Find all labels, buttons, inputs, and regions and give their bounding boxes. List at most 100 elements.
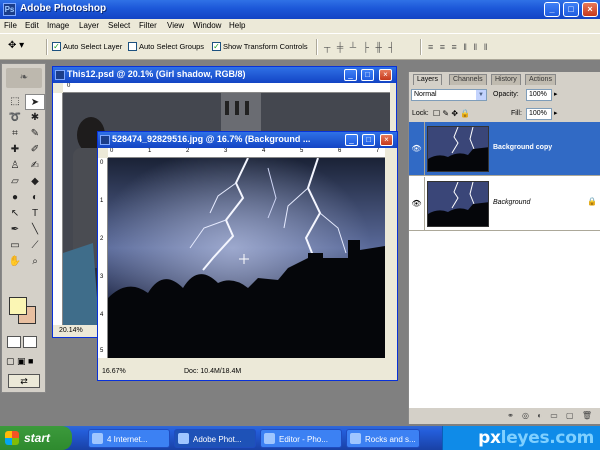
menu-window[interactable]: Window: [193, 21, 221, 30]
clone-stamp-icon[interactable]: ♙: [5, 158, 25, 174]
move-tool-icon[interactable]: ✥ ▾: [8, 40, 36, 54]
menu-image[interactable]: Image: [47, 21, 69, 30]
menu-help[interactable]: Help: [229, 21, 245, 30]
auto-select-layer-checkbox[interactable]: ✓: [52, 42, 61, 51]
blend-mode-select[interactable]: Normal ▼: [411, 89, 487, 101]
document-title-bar[interactable]: This12.psd @ 20.1% (Girl shadow, RGB/8) …: [53, 67, 396, 83]
menu-layer[interactable]: Layer: [79, 21, 99, 30]
notes-tool-icon[interactable]: ▭: [5, 238, 25, 254]
fill-field[interactable]: 100%: [526, 108, 552, 120]
pen-tool-icon[interactable]: ✒: [5, 222, 25, 238]
horizontal-ruler: 0: [63, 83, 390, 93]
type-tool-icon[interactable]: T: [25, 206, 45, 222]
zoom-level[interactable]: 20.14%: [59, 327, 83, 334]
eye-icon[interactable]: 👁: [409, 177, 425, 231]
close-button[interactable]: ×: [582, 2, 598, 17]
fill-slider-arrow-icon[interactable]: ▸: [554, 109, 558, 117]
minimize-button[interactable]: _: [544, 2, 560, 17]
doc-size-info[interactable]: Doc: 10.4M/18.4M: [184, 366, 241, 378]
menu-filter[interactable]: Filter: [139, 21, 157, 30]
zoom-level[interactable]: 16.67%: [102, 368, 126, 375]
eraser-tool-icon[interactable]: ▱: [5, 174, 25, 190]
doc-maximize-button[interactable]: □: [361, 69, 374, 81]
eyedropper-icon[interactable]: ⟋: [25, 238, 45, 254]
mask-mode-buttons: [7, 336, 43, 350]
move-tool-icon[interactable]: ➤: [25, 94, 45, 110]
document-title: This12.psd @ 20.1% (Girl shadow, RGB/8): [67, 69, 246, 79]
lightning-thumbnail: [428, 182, 488, 226]
start-button[interactable]: start: [0, 426, 72, 450]
hand-tool-icon[interactable]: ✋: [5, 254, 25, 270]
menu-file[interactable]: File: [4, 21, 17, 30]
layer-actions-icon[interactable]: ⚭ ◎ ◐ ▭ ▢ 🗑: [409, 408, 600, 424]
menu-edit[interactable]: Edit: [25, 21, 39, 30]
taskbar-item-rocks[interactable]: Rocks and s...: [346, 429, 420, 448]
layer-thumbnail: [427, 181, 489, 227]
marquee-tool-icon[interactable]: ⬚: [5, 94, 25, 110]
vertical-ruler: 0 1 2 3 4 5: [98, 158, 108, 358]
slice-tool-icon[interactable]: ✎: [25, 126, 45, 142]
auto-select-groups-checkbox[interactable]: [128, 42, 137, 51]
history-brush-icon[interactable]: ✍: [25, 158, 45, 174]
document-canvas[interactable]: [108, 158, 385, 358]
maximize-button[interactable]: □: [563, 2, 579, 17]
tab-layers[interactable]: Layers: [413, 74, 443, 85]
lock-buttons-icon[interactable]: ☐ ✎ ✥ 🔒: [433, 109, 470, 118]
brush-tool-icon[interactable]: ✐: [25, 142, 45, 158]
window-icon: [350, 433, 361, 444]
doc-minimize-button[interactable]: _: [345, 134, 358, 146]
standard-mode-icon[interactable]: [7, 336, 21, 348]
taskbar: start 4 Internet... Adobe Phot... Editor…: [0, 426, 600, 450]
tab-channels[interactable]: Channels: [449, 74, 487, 85]
show-transform-controls-checkbox[interactable]: ✓: [212, 42, 221, 51]
line-tool-icon[interactable]: ╲: [25, 222, 45, 238]
quick-mask-icon[interactable]: [23, 336, 37, 348]
distribute-buttons-icon[interactable]: ≡ ≡ ≡ ‖ ‖ ‖: [428, 42, 489, 52]
lasso-tool-icon[interactable]: ➰: [5, 110, 25, 126]
separator: [46, 39, 48, 55]
healing-brush-icon[interactable]: ✚: [5, 142, 25, 158]
document-title: 528474_92829516.jpg @ 16.7% (Background …: [112, 134, 311, 144]
dodge-tool-icon[interactable]: ◐: [25, 190, 45, 206]
toolbox: ❧ ⬚ ➤ ➰ ✱ ⌗ ✎ ✚ ✐ ♙ ✍ ▱ ◆ ● ◐ ↖ T ✒ ╲ ▭ …: [1, 63, 46, 393]
screen-mode-icon[interactable]: ▢ ▣ ■: [6, 356, 46, 370]
app-title: Adobe Photoshop: [20, 3, 107, 14]
doc-minimize-button[interactable]: _: [344, 69, 357, 81]
tab-history[interactable]: History: [491, 74, 521, 85]
crop-tool-icon[interactable]: ⌗: [5, 126, 25, 142]
zoom-tool-icon[interactable]: ⌕: [25, 254, 45, 270]
blur-tool-icon[interactable]: ●: [5, 190, 25, 206]
windows-logo-icon: [5, 431, 19, 445]
taskbar-item-editor[interactable]: Editor - Pho...: [260, 429, 342, 448]
doc-maximize-button[interactable]: □: [362, 134, 375, 146]
layer-options: Normal ▼ Opacity: 100% ▸ Lock: ☐ ✎ ✥ 🔒 F…: [409, 86, 600, 122]
horizontal-ruler: 0 1 2 3 4 5 6 7: [108, 148, 385, 158]
taskbar-item-internet[interactable]: 4 Internet...: [88, 429, 170, 448]
align-buttons-icon[interactable]: ┬ ╪ ┴ ├ ╫ ┤: [324, 42, 397, 52]
tab-actions[interactable]: Actions: [525, 74, 556, 85]
layer-row-background-copy[interactable]: 👁 Background copy: [409, 122, 600, 176]
doc-close-button[interactable]: ×: [379, 69, 392, 81]
menu-view[interactable]: View: [167, 21, 184, 30]
layer-row-background[interactable]: 👁 Background 🔒: [409, 177, 600, 231]
path-selection-icon[interactable]: ↖: [5, 206, 25, 222]
document-window-lightning[interactable]: 528474_92829516.jpg @ 16.7% (Background …: [97, 131, 398, 381]
document-title-bar[interactable]: 528474_92829516.jpg @ 16.7% (Background …: [98, 132, 397, 148]
magic-wand-icon[interactable]: ✱: [25, 110, 45, 126]
opacity-slider-arrow-icon[interactable]: ▸: [554, 90, 558, 98]
eye-icon[interactable]: 👁: [409, 122, 425, 176]
doc-close-button[interactable]: ×: [380, 134, 393, 146]
paint-bucket-icon[interactable]: ◆: [25, 174, 45, 190]
layer-thumbnail: [427, 126, 489, 172]
menu-select[interactable]: Select: [108, 21, 130, 30]
tool-grid: ⬚ ➤ ➰ ✱ ⌗ ✎ ✚ ✐ ♙ ✍ ▱ ◆ ● ◐ ↖ T ✒ ╲ ▭ ⟋ …: [5, 94, 45, 270]
opacity-field[interactable]: 100%: [526, 89, 552, 101]
jump-to-imageready-icon[interactable]: ⇄: [8, 374, 40, 388]
layers-panel: Layers Channels History Actions Normal ▼…: [408, 72, 600, 424]
chevron-down-icon: ▼: [476, 90, 486, 100]
lightning-thumbnail: [428, 127, 488, 171]
show-transform-controls-label: Show Transform Controls: [223, 42, 308, 51]
foreground-color-swatch[interactable]: [9, 297, 27, 315]
taskbar-item-photoshop[interactable]: Adobe Phot...: [174, 429, 256, 448]
lock-label: Lock:: [412, 110, 429, 117]
